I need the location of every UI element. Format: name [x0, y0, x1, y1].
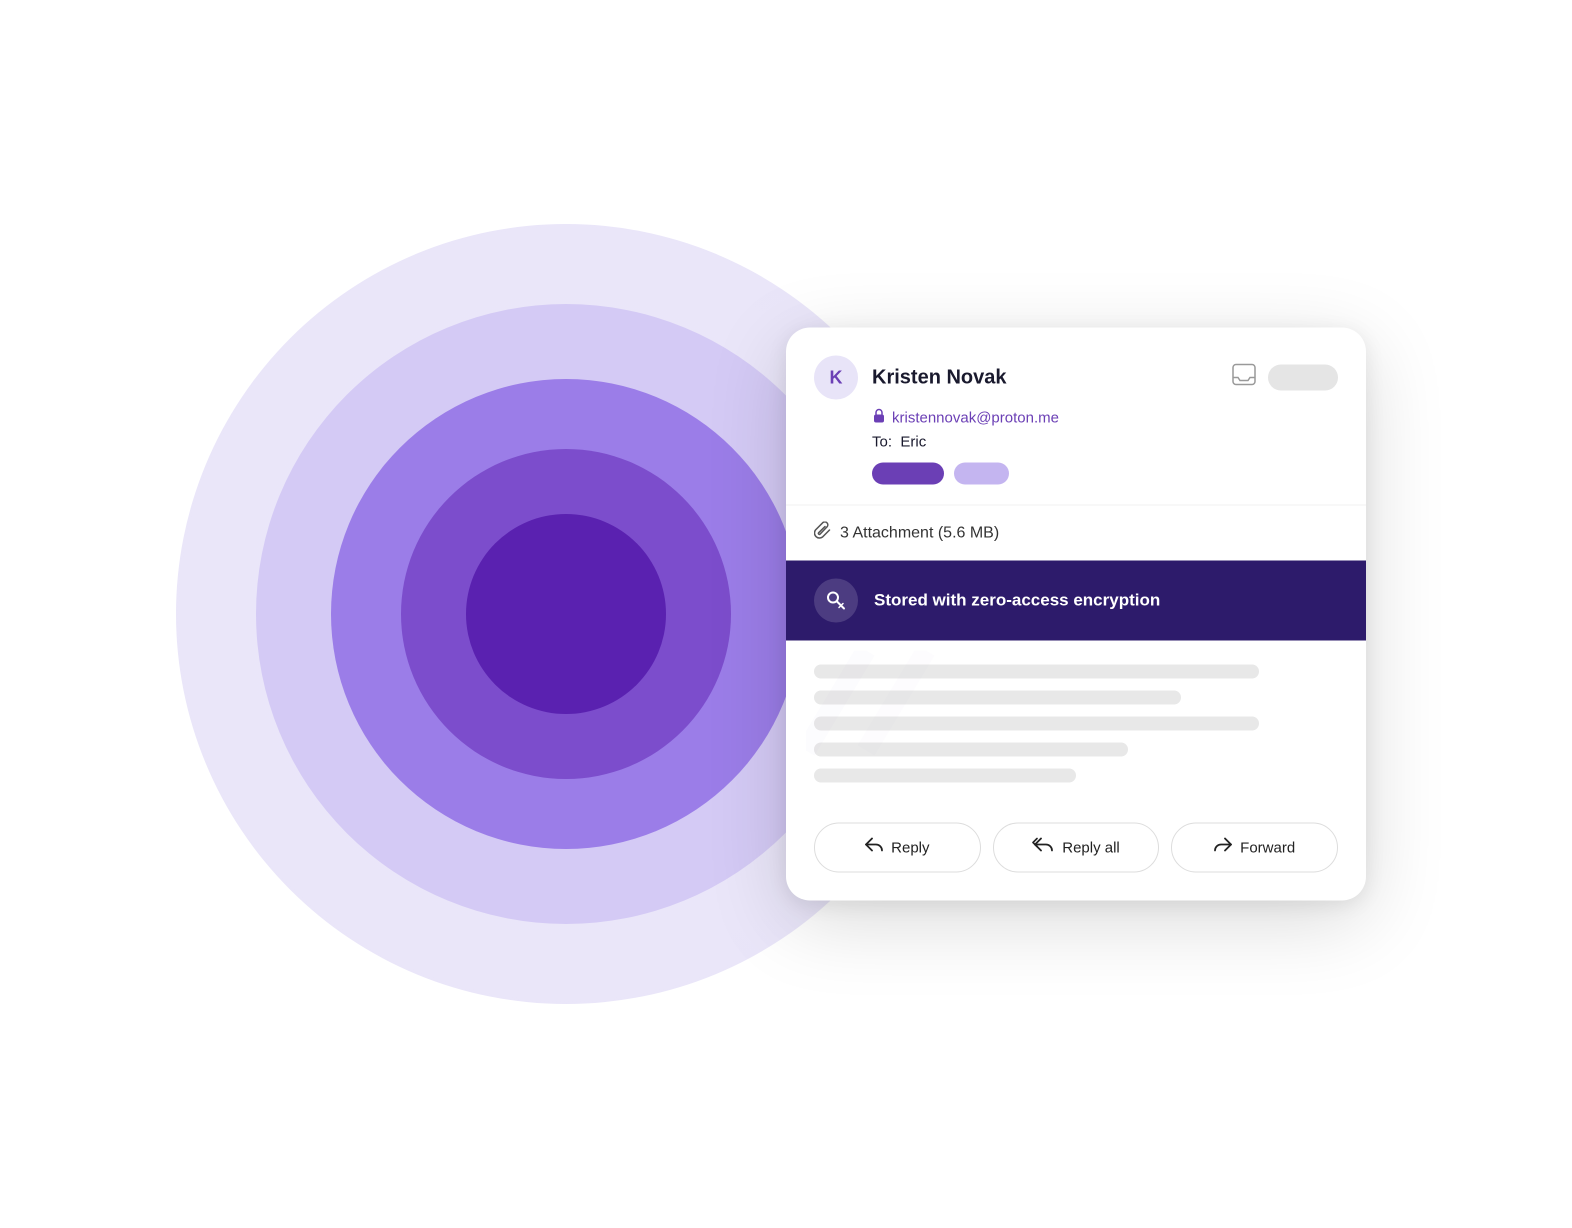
inbox-icon — [1232, 364, 1256, 392]
forward-button[interactable]: Forward — [1171, 823, 1338, 873]
email-address: kristennovak@proton.me — [892, 409, 1059, 426]
forward-label: Forward — [1240, 839, 1295, 856]
pill-lavender — [954, 463, 1009, 485]
circle-5 — [466, 514, 666, 714]
pill-blue — [872, 463, 944, 485]
reply-icon — [865, 838, 883, 858]
body-line-4 — [814, 743, 1128, 757]
reply-all-button[interactable]: Reply all — [993, 823, 1160, 873]
header-actions — [1232, 364, 1338, 392]
encryption-banner: Stored with zero-access encryption — [786, 561, 1366, 641]
body-line-3 — [814, 717, 1259, 731]
body-lines — [814, 665, 1338, 783]
email-card: K Kristen Novak — [786, 328, 1366, 901]
encryption-text: Stored with zero-access encryption — [874, 591, 1160, 611]
scene: K Kristen Novak — [236, 114, 1336, 1114]
reply-button[interactable]: Reply — [814, 823, 981, 873]
sender-left: K Kristen Novak — [814, 356, 1007, 400]
sender-row: K Kristen Novak — [814, 356, 1338, 400]
to-row: To: Eric — [872, 434, 1338, 451]
forward-icon — [1214, 838, 1232, 858]
reply-all-label: Reply all — [1062, 839, 1120, 856]
avatar: K — [814, 356, 858, 400]
body-line-2 — [814, 691, 1181, 705]
lock-icon — [872, 408, 886, 428]
sender-email: kristennovak@proton.me — [872, 408, 1338, 428]
attachment-row: 3 Attachment (5.6 MB) — [786, 505, 1366, 561]
attachment-text: 3 Attachment (5.6 MB) — [840, 524, 999, 542]
to-recipient: Eric — [900, 434, 926, 451]
body-line-5 — [814, 769, 1076, 783]
sender-name: Kristen Novak — [872, 366, 1007, 389]
card-header: K Kristen Novak — [786, 328, 1366, 505]
reply-label: Reply — [891, 839, 929, 856]
pills-row — [872, 463, 1338, 485]
reply-all-icon — [1032, 838, 1054, 858]
email-body — [786, 641, 1366, 803]
clip-icon — [814, 522, 832, 545]
action-pill — [1268, 365, 1338, 391]
to-label: To: — [872, 434, 892, 451]
key-icon — [814, 579, 858, 623]
body-line-1 — [814, 665, 1259, 679]
action-buttons: Reply Reply all — [786, 803, 1366, 901]
